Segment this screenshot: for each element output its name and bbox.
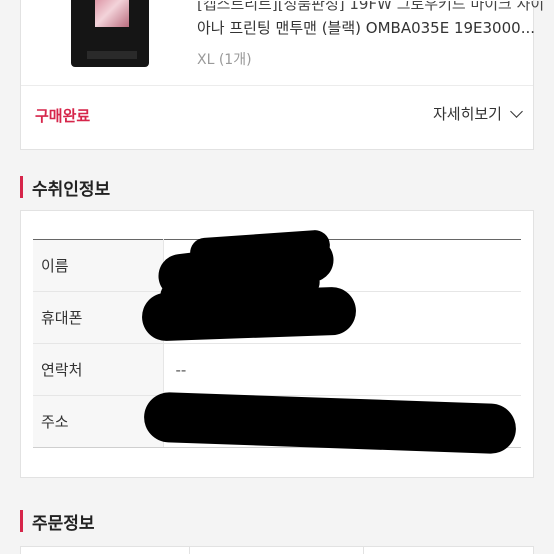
contact-value: -- [163,343,521,396]
chevron-down-icon [510,104,523,118]
name-label: 이름 [33,239,164,292]
column-divider [189,547,190,554]
product-title[interactable]: [캡스트리트][정품판정] 19FW 그로우키드 마이크 사이 아나 프린팅 맨… [197,1,543,41]
order-section-title: 주문정보 [32,513,95,534]
sweatshirt-image [71,0,149,67]
view-details-button[interactable]: 자세히보기 [432,103,523,124]
divider [21,85,533,86]
section-accent-bar [20,176,23,198]
order-section-header: 주문정보 [20,508,534,534]
product-title-line1: [캡스트리트][정품판정] 19FW 그로우키드 마이크 사이 [197,1,543,13]
sweatshirt-print [95,0,129,27]
recipient-section-title: 수취인정보 [32,179,111,200]
product-option: XL (1개) [197,52,252,68]
table-row: 연락처 -- [33,343,521,396]
order-info-card [20,546,534,554]
column-divider [363,547,364,554]
product-card: [캡스트리트][정품판정] 19FW 그로우키드 마이크 사이 아나 프린팅 맨… [20,0,543,150]
order-status-badge: 구매완료 [35,107,91,125]
product-title-line2: 아나 프린팅 맨투맨 (블랙) OMBA035E 19E3000... [197,19,535,37]
section-accent-bar [20,510,23,532]
sweatshirt-hem [87,51,137,59]
product-thumbnail[interactable] [69,0,187,67]
view-details-label: 자세히보기 [432,105,502,123]
recipient-section-header: 수취인정보 [20,174,534,200]
contact-label: 연락처 [33,343,164,396]
